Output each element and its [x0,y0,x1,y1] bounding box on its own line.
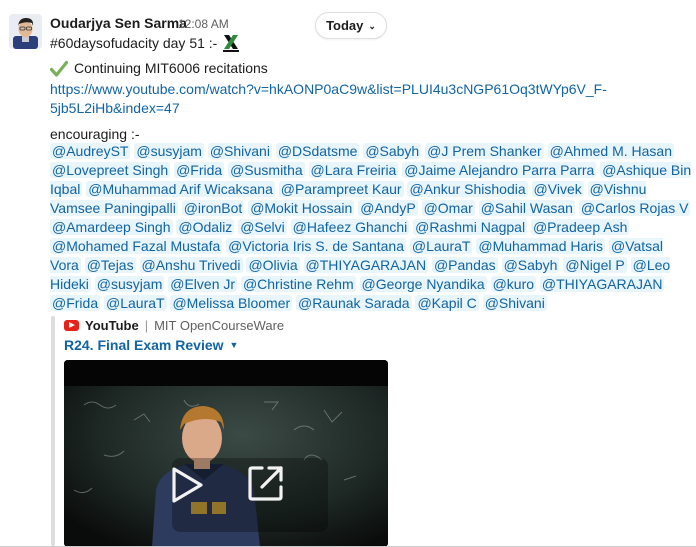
unfurl-service-name[interactable]: YouTube [85,318,139,333]
user-mention[interactable]: @Vivek [531,181,584,197]
user-mention[interactable]: @Mohamed Fazal Mustafa [50,238,223,254]
user-mention[interactable]: @Olivia [246,257,300,273]
user-mention[interactable]: @Lara Freiria [308,162,399,178]
user-mention[interactable]: @Sabyh [363,143,422,159]
author-name[interactable]: Oudarjya Sen Sarma [50,15,187,31]
user-mention[interactable]: @Omar [421,200,475,216]
avatar[interactable] [9,14,42,49]
user-mention[interactable]: @ironBot [181,200,245,216]
user-mention[interactable]: @DSdatsme [275,143,360,159]
video-player[interactable] [64,360,388,547]
user-mention[interactable]: @Jaime Alejandro Parra Parra [402,162,597,178]
custom-x-emoji-icon [221,33,241,53]
unfurl-channel-name[interactable]: MIT OpenCourseWare [154,318,284,333]
check-mark-icon [49,60,69,78]
user-mention[interactable]: @Susmitha [228,162,305,178]
user-mention[interactable]: @Sahil Wasan [478,200,575,216]
user-mention[interactable]: @Odaliz [176,219,235,235]
message-timestamp[interactable]: 12:08 AM [178,17,229,31]
user-mention[interactable]: @kuro [490,276,537,292]
user-mention[interactable]: @Hafeez Ghanchi [290,219,410,235]
day-divider-label: Today [326,18,364,33]
user-mention[interactable]: @AudreyST [50,143,131,159]
user-mention[interactable]: @Shivani [482,295,547,311]
user-mention[interactable]: @Raunak Sarada [296,295,412,311]
user-mention[interactable]: @LauraT [409,238,473,254]
user-mention[interactable]: @Frida [174,162,225,178]
user-mention[interactable]: @Elven Jr [168,276,238,292]
user-mention[interactable]: @Melissa Bloomer [170,295,293,311]
caret-down-icon[interactable]: ▼ [230,340,239,350]
unfurl-source: YouTube | MIT OpenCourseWare [64,318,284,333]
mentions-list: @AudreyST @susyjam @Shivani @DSdatsme @S… [50,142,695,313]
user-mention[interactable]: @THIYAGARAJAN [303,257,429,273]
user-mention[interactable]: @Parampreet Kaur [278,181,404,197]
user-mention[interactable]: @Pandas [431,257,498,273]
hashtag-text: #60daysofudacity day 51 :- [50,34,218,51]
user-mention[interactable]: @Lovepreet Singh [50,162,171,178]
unfurl-border [51,316,55,546]
video-title-text: R24. Final Exam Review [64,337,224,353]
user-mention[interactable]: @Mokit Hossain [248,200,355,216]
user-mention[interactable]: @Nigel P [563,257,627,273]
user-mention[interactable]: @Muhammad Haris [476,238,606,254]
youtube-logo-icon [64,320,79,331]
video-title-link[interactable]: R24. Final Exam Review ▼ [64,337,238,353]
youtube-link[interactable]: https://www.youtube.com/watch?v=hkAONP0a… [50,80,610,118]
user-mention[interactable]: @Kapil C [415,295,479,311]
user-mention[interactable]: @LauraT [104,295,167,311]
user-mention[interactable]: @susyjam [134,143,204,159]
user-mention[interactable]: @Selvi [238,219,287,235]
user-mention[interactable]: @Shivani [207,143,272,159]
user-mention[interactable]: @Anshu Trivedi [139,257,243,273]
user-mention[interactable]: @Pradeep Ash [530,219,630,235]
chevron-down-icon: ⌄ [368,21,376,31]
user-mention[interactable]: @THIYAGARAJAN [539,276,665,292]
user-mention[interactable]: @Frida [50,295,101,311]
user-mention[interactable]: @Tejas [84,257,136,273]
user-mention[interactable]: @Sabyh [501,257,560,273]
user-mention[interactable]: @Ahmed M. Hasan [547,143,674,159]
status-text: Continuing MIT6006 recitations [74,60,268,76]
user-mention[interactable]: @Carlos Rojas V [578,200,691,216]
user-mention[interactable]: @AndyP [358,200,418,216]
user-mention[interactable]: @George Nyandika [359,276,487,292]
user-mention[interactable]: @Rashmi Nagpal [413,219,528,235]
unfurl-separator: | [144,318,149,333]
user-mention[interactable]: @Ankur Shishodia [407,181,528,197]
video-thumbnail [64,360,388,547]
user-mention[interactable]: @Christine Rehm [240,276,356,292]
message-line-hashtag: #60daysofudacity day 51 :- [50,33,690,53]
user-mention[interactable]: @Amardeep Singh [50,219,173,235]
user-mention[interactable]: @Victoria Iris S. de Santana [226,238,406,254]
message-line-status: Continuing MIT6006 recitations [49,59,690,78]
user-mention[interactable]: @Muhammad Arif Wicaksana [86,181,275,197]
user-mention[interactable]: @J Prem Shanker [425,143,544,159]
user-mention[interactable]: @susyjam [94,276,165,292]
